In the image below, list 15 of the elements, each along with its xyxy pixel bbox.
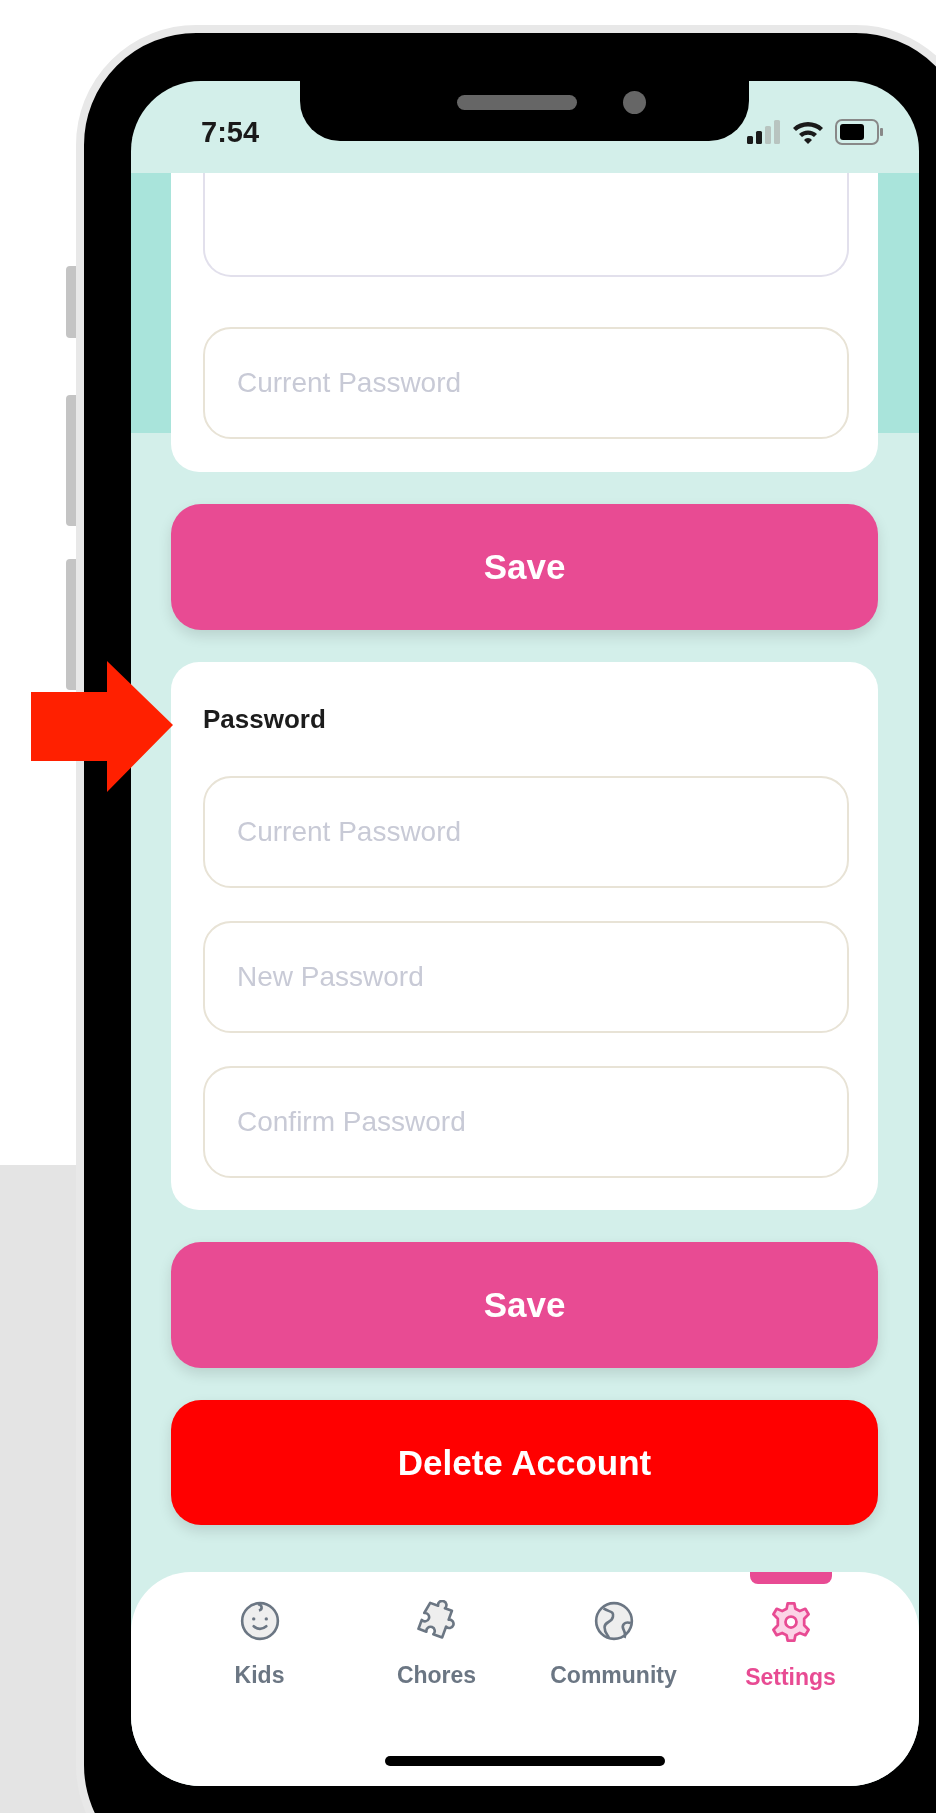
tab-item[interactable]: Settings	[702, 1572, 879, 1786]
input-field[interactable]	[203, 173, 849, 277]
puzzle-icon	[415, 1600, 458, 1642]
delete-account-button[interactable]: Delete Account	[171, 1400, 878, 1525]
save-button[interactable]: Save	[171, 1242, 878, 1368]
tab-item[interactable]: Chores	[348, 1572, 525, 1786]
signal-icon	[747, 120, 781, 144]
wifi-icon	[791, 119, 825, 145]
status-time: 7:54	[201, 115, 260, 149]
globe-icon	[592, 1600, 635, 1642]
save-button[interactable]: Save	[171, 504, 878, 630]
tab-item[interactable]: Kids	[171, 1572, 348, 1786]
battery-icon	[835, 119, 883, 145]
section-title: Password	[203, 704, 327, 735]
baby-face-icon	[238, 1600, 281, 1642]
